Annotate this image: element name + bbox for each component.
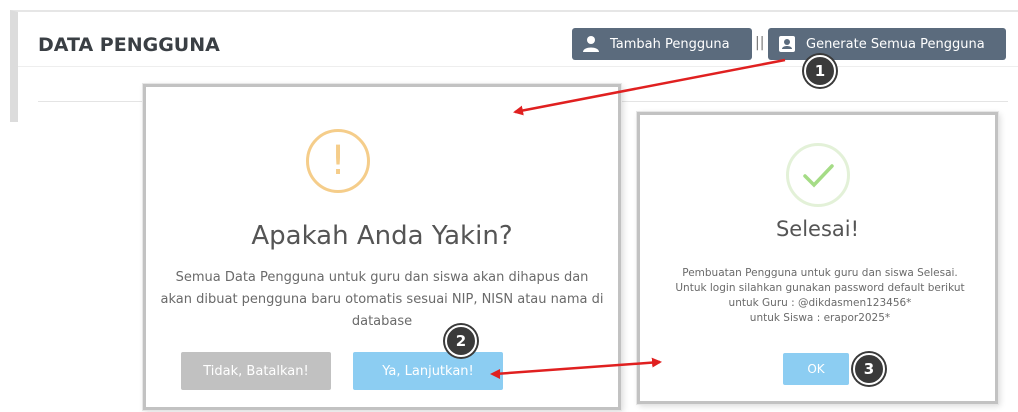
confirm-title: Apakah Anda Yakin?	[251, 221, 513, 251]
cancel-button[interactable]: Tidak, Batalkan!	[181, 352, 331, 390]
success-message: Pembuatan Pengguna untuk guru dan siswa …	[650, 266, 990, 326]
success-message-line: Untuk login silahkan gunakan password de…	[675, 282, 965, 294]
user-icon	[582, 35, 600, 53]
exclamation-circle-icon: !	[306, 129, 370, 193]
page-title: DATA PENGGUNA	[38, 34, 220, 56]
success-message-line: untuk Siswa : erapor2025*	[749, 312, 891, 324]
checkmark-circle-icon	[786, 143, 850, 207]
step-badge-2: 2	[445, 325, 477, 357]
step-badge-1: 1	[804, 55, 836, 87]
success-message-line: Pembuatan Pengguna untuk guru dan siswa …	[682, 267, 958, 279]
generate-all-users-button[interactable]: Generate Semua Pengguna	[768, 28, 1006, 60]
success-message-line: untuk Guru : @dikdasmen123456*	[728, 297, 912, 309]
confirm-message: Semua Data Pengguna untuk guru dan siswa…	[160, 270, 604, 329]
button-separator: ||	[755, 35, 765, 51]
add-user-button[interactable]: Tambah Pengguna	[572, 28, 752, 60]
cropped-heading	[0, 0, 1018, 8]
add-user-label: Tambah Pengguna	[610, 36, 730, 52]
success-dialog: Selesai! Pembuatan Pengguna untuk guru d…	[637, 112, 998, 404]
success-title: Selesai!	[775, 217, 860, 241]
confirm-button[interactable]: Ya, Lanjutkan!	[353, 352, 503, 390]
id-card-icon	[778, 35, 796, 53]
step-badge-3: 3	[853, 353, 885, 385]
confirm-dialog: ! Apakah Anda Yakin? Semua Data Pengguna…	[143, 84, 621, 410]
generate-all-label: Generate Semua Pengguna	[806, 36, 985, 52]
ok-button[interactable]: OK	[783, 353, 849, 385]
